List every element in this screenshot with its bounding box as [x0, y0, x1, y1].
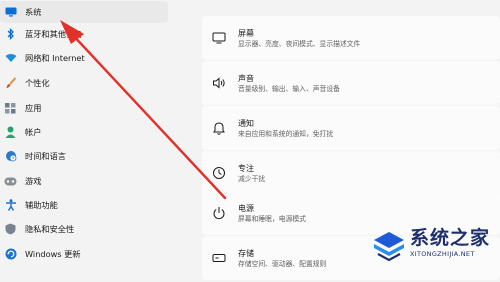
sidebar-item-bluetooth[interactable]: 蓝牙和其他设备 [0, 23, 168, 45]
watermark-title: 系统之家 [410, 227, 491, 249]
sidebar-item-accessibility[interactable]: 辅助功能 [0, 194, 168, 216]
sidebar-item-label: 隐私和安全性 [25, 224, 75, 234]
watermark-logo-icon [374, 232, 404, 262]
card-description: 减少干扰 [238, 174, 266, 183]
power-icon [210, 204, 228, 222]
sidebar-item-time-language[interactable]: 时间和语言 [0, 145, 168, 167]
globe-clock-icon [4, 150, 17, 163]
setting-card-focus[interactable]: 专注 减少干扰 [202, 151, 500, 195]
setting-card-display[interactable]: 屏幕 显示器、亮度、夜间模式、显示描述文件 [202, 16, 500, 60]
card-description: 音量级别、输出、输入、声音设备 [238, 84, 340, 93]
card-title: 存储 [238, 248, 254, 258]
bluetooth-icon [4, 28, 17, 41]
watermark: 系统之家 XITONGZHIJIA.NET [372, 226, 500, 282]
card-title: 声音 [238, 73, 254, 83]
sidebar-item-gaming[interactable]: 游戏 [0, 170, 168, 192]
display-icon [210, 29, 228, 47]
wifi-icon [4, 52, 17, 65]
speaker-icon [210, 74, 228, 92]
card-title: 屏幕 [238, 28, 254, 38]
sidebar-item-accounts[interactable]: 帐户 [0, 121, 168, 143]
sidebar-item-privacy[interactable]: 隐私和安全性 [0, 218, 168, 240]
apps-icon [4, 102, 17, 115]
sidebar-item-label: 网络和 Internet [25, 53, 85, 63]
sidebar-item-apps[interactable]: 应用 [0, 97, 168, 119]
gamepad-icon [4, 175, 17, 188]
sidebar-item-label: 游戏 [25, 176, 42, 186]
sidebar-item-label: 辅助功能 [25, 200, 58, 210]
update-icon [4, 248, 17, 261]
sidebar-nav: 系统 蓝牙和其他设备 网络和 Internet 个性化 应用 帐户 时间和语言 … [0, 0, 170, 282]
watermark-url: XITONGZHIJIA.NET [410, 250, 475, 258]
card-description: 显示器、亮度、夜间模式、显示描述文件 [238, 39, 361, 48]
card-description: 屏幕和睡眠，电源模式 [238, 214, 306, 223]
sidebar-item-label: 应用 [25, 103, 42, 113]
sidebar-item-label: Windows 更新 [25, 249, 81, 259]
card-title: 专注 [238, 163, 254, 173]
monitor-icon [4, 6, 17, 19]
card-title: 电源 [238, 203, 254, 213]
sidebar-item-network[interactable]: 网络和 Internet [0, 47, 168, 69]
sidebar-item-system[interactable]: 系统 [0, 1, 168, 23]
sidebar-item-label: 个性化 [25, 78, 50, 88]
sidebar-item-windows-update[interactable]: Windows 更新 [0, 243, 168, 265]
card-description: 来自应用和系统的通知，免打扰 [238, 129, 334, 138]
sidebar-item-personalization[interactable]: 个性化 [0, 72, 168, 94]
setting-card-notifications[interactable]: 通知 来自应用和系统的通知，免打扰 [202, 106, 500, 150]
sidebar-item-label: 时间和语言 [25, 151, 66, 161]
card-title: 通知 [238, 118, 254, 128]
bell-icon [210, 119, 228, 137]
storage-icon [210, 249, 228, 267]
sidebar-item-label: 帐户 [25, 127, 42, 137]
paintbrush-icon [4, 77, 17, 90]
focus-icon [210, 164, 228, 182]
shield-icon [4, 223, 17, 236]
sidebar-item-label: 系统 [25, 7, 42, 17]
accessibility-icon [4, 199, 17, 212]
setting-card-sound[interactable]: 声音 音量级别、输出、输入、声音设备 [202, 61, 500, 105]
sidebar-item-label: 蓝牙和其他设备 [25, 29, 83, 39]
person-icon [4, 126, 17, 139]
card-description: 存储空间、驱动器、配置规则 [238, 259, 327, 268]
